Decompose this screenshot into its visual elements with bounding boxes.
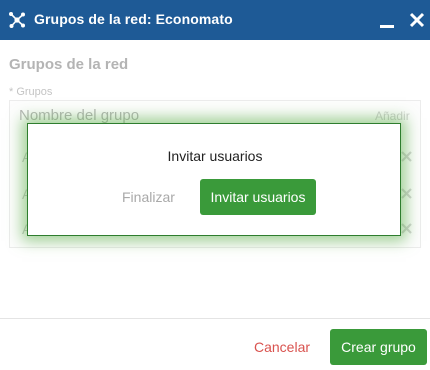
add-group-button[interactable]: Añadir (375, 109, 410, 123)
remove-group-2-icon[interactable] (401, 188, 412, 199)
invite-users-button[interactable]: Invitar usuarios (200, 179, 316, 215)
remove-group-3-icon[interactable] (401, 223, 412, 234)
invite-users-popup: Invitar usuarios Finalizar Invitar usuar… (27, 123, 401, 236)
remove-group-1-icon[interactable] (401, 151, 412, 162)
popup-title: Invitar usuarios (167, 148, 263, 164)
window-titlebar: Grupos de la red: Economato (0, 0, 430, 40)
groups-label: * Grupos (9, 86, 53, 98)
cancel-button[interactable]: Cancelar (254, 339, 310, 355)
finish-button[interactable]: Finalizar (122, 189, 175, 205)
network-icon (9, 12, 25, 28)
create-group-button[interactable]: Crear grupo (330, 329, 427, 365)
footer-divider (0, 318, 430, 319)
window-title: Grupos de la red: Economato (34, 11, 233, 27)
minimize-icon[interactable] (378, 12, 396, 30)
section-title: Grupos de la red (9, 56, 129, 73)
close-icon[interactable] (408, 11, 426, 29)
